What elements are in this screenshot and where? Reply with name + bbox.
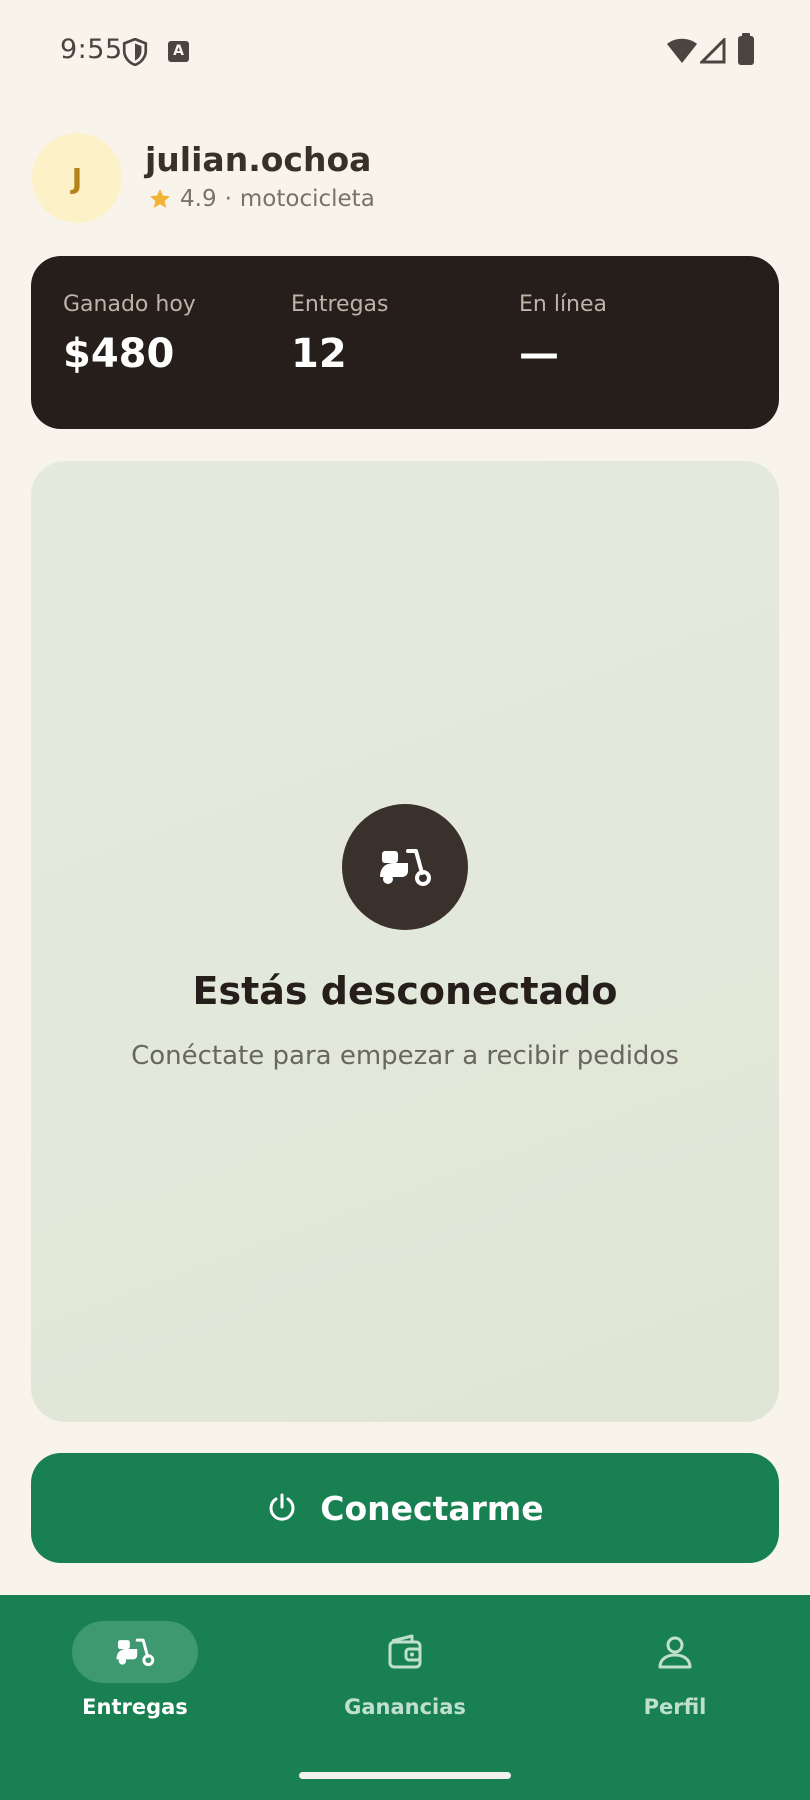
nav-item-entregas[interactable]: Entregas <box>35 1621 235 1731</box>
nav-label: Ganancias <box>344 1695 466 1719</box>
scooter-badge <box>342 804 468 930</box>
power-icon <box>269 1493 295 1521</box>
connect-button-label: Conectarme <box>320 1488 544 1528</box>
offline-subtitle: Conéctate para empezar a recibir pedidos <box>131 1041 679 1071</box>
user-meta: 4.9 · motocicleta <box>148 186 375 212</box>
stat-deliveries: Entregas 12 <box>291 292 388 377</box>
signal-icon <box>700 38 726 64</box>
stat-earned-today: Ganado hoy $480 <box>63 292 196 377</box>
vehicle-type: motocicleta <box>239 186 375 212</box>
stat-label: Ganado hoy <box>63 292 196 317</box>
home-indicator[interactable] <box>299 1772 511 1779</box>
stats-card: Ganado hoy $480 Entregas 12 En línea — <box>31 256 779 429</box>
wallet-icon <box>388 1634 422 1669</box>
offline-title: Estás desconectado <box>192 969 618 1013</box>
nav-item-ganancias[interactable]: Ganancias <box>305 1621 505 1731</box>
avatar[interactable]: J <box>32 133 122 223</box>
shield-icon <box>122 38 148 66</box>
star-icon <box>150 189 170 208</box>
offline-status-panel: Estás desconectado Conéctate para empeza… <box>31 461 779 1422</box>
nav-icon-wrap <box>612 1621 738 1683</box>
meta-separator: · <box>224 186 232 212</box>
rating-value: 4.9 <box>180 186 217 212</box>
user-name: julian.ochoa <box>145 140 372 179</box>
nav-icon-wrap <box>342 1621 468 1683</box>
stat-online-time: En línea — <box>519 292 607 377</box>
bottom-nav: Entregas Ganancias Perfil <box>0 1595 810 1800</box>
stat-value: — <box>519 331 559 377</box>
status-bar: 9:55 A <box>0 0 810 100</box>
person-icon <box>658 1636 692 1669</box>
nav-label: Entregas <box>82 1695 188 1719</box>
wifi-icon <box>667 38 697 63</box>
stat-value: $480 <box>63 331 175 377</box>
scooter-icon <box>380 849 431 886</box>
nav-label: Perfil <box>643 1695 707 1719</box>
stat-value: 12 <box>291 331 347 377</box>
status-time: 9:55 <box>60 34 123 65</box>
battery-icon <box>738 33 754 65</box>
scooter-icon <box>116 1638 155 1667</box>
nav-active-indicator <box>72 1621 198 1683</box>
stat-label: Entregas <box>291 292 389 317</box>
stat-label: En línea <box>519 292 608 317</box>
nav-item-perfil[interactable]: Perfil <box>575 1621 775 1731</box>
connect-button[interactable]: Conectarme <box>31 1453 779 1563</box>
accessibility-icon: A <box>168 41 189 62</box>
